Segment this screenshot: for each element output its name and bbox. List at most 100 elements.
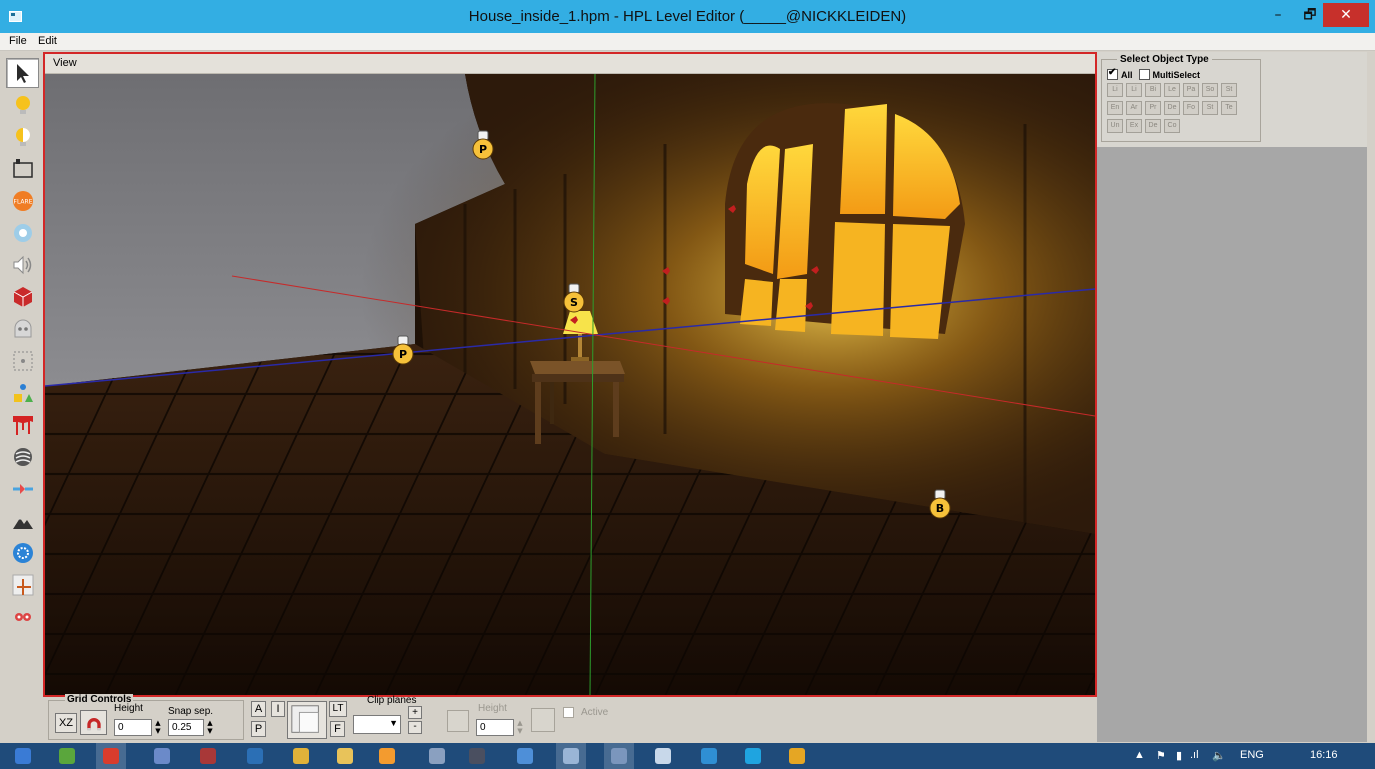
combine-tool-button[interactable] <box>6 474 39 504</box>
taskbar-item[interactable] <box>6 743 40 769</box>
perspective-button[interactable]: P <box>251 721 266 737</box>
object-type-button[interactable]: Bi <box>1145 83 1161 97</box>
volume-icon[interactable]: 🔈 <box>1212 749 1226 762</box>
window-app-icon <box>154 748 170 764</box>
object-type-button[interactable]: Le <box>1164 83 1180 97</box>
signal-icon[interactable]: .ıl <box>1190 749 1199 761</box>
view-front-button[interactable]: F <box>330 721 345 737</box>
3d-scene[interactable]: P S P B <box>45 74 1095 695</box>
taskbar-item[interactable] <box>782 743 812 769</box>
object-type-button[interactable]: Te <box>1221 101 1237 115</box>
minimize-button[interactable]: – <box>1262 3 1294 27</box>
taskbar-item[interactable] <box>694 743 724 769</box>
object-type-button[interactable]: De <box>1164 101 1180 115</box>
taskbar-item[interactable] <box>738 743 768 769</box>
taskbar-item[interactable] <box>462 743 492 769</box>
view-all-button[interactable]: A <box>251 701 266 717</box>
snap-toggle-button[interactable] <box>80 710 107 735</box>
grid-plane-button[interactable]: XZ <box>55 713 77 733</box>
light-tool-button[interactable] <box>6 90 39 120</box>
taskbar-item[interactable] <box>96 743 126 769</box>
object-type-button[interactable]: En <box>1107 101 1123 115</box>
language-indicator[interactable]: ENG <box>1240 749 1264 761</box>
terrain-tool-button[interactable] <box>6 506 39 536</box>
viewport-label: View <box>53 57 77 69</box>
snap-separation-input[interactable]: 0.25 <box>168 719 204 736</box>
object-type-button[interactable]: Pr <box>1145 101 1161 115</box>
flare-tool-button[interactable]: FLARE <box>6 186 39 216</box>
editor-grid-tool-button[interactable] <box>6 570 39 600</box>
snap-separation-label: Snap sep. <box>168 706 214 717</box>
tools-icon <box>429 748 445 764</box>
object-type-button[interactable]: Co <box>1164 119 1180 133</box>
object-type-button[interactable]: Pa <box>1183 83 1199 97</box>
taskbar-item[interactable] <box>52 743 82 769</box>
view-i-button[interactable]: I <box>271 701 285 717</box>
taskbar-item[interactable] <box>604 743 634 769</box>
action-center-icon[interactable]: ⚑ <box>1156 749 1166 762</box>
tray-chevron-icon[interactable]: ▲ <box>1134 749 1145 761</box>
object-type-button[interactable]: Li <box>1107 83 1123 97</box>
taskbar-item[interactable] <box>286 743 316 769</box>
skybox-tool-button[interactable] <box>6 538 39 568</box>
sound-tool-button[interactable] <box>6 250 39 280</box>
object-type-button[interactable]: St <box>1202 101 1218 115</box>
browser-icon <box>59 748 75 764</box>
taskbar-item[interactable] <box>422 743 452 769</box>
network-tray-icon[interactable]: ▮ <box>1176 749 1182 762</box>
area-icon <box>13 351 32 371</box>
fog-tool-button[interactable] <box>6 442 39 472</box>
clip-height-spinner[interactable]: ▲ ▼ <box>516 719 524 736</box>
select-tool-button[interactable] <box>6 58 39 88</box>
object-type-button[interactable]: Ex <box>1126 119 1142 133</box>
multiselect-checkbox[interactable] <box>1138 69 1150 80</box>
view-layout-button[interactable] <box>287 701 327 739</box>
add-clip-plane-button[interactable]: + <box>408 706 422 719</box>
taskbar-item[interactable] <box>648 743 678 769</box>
taskbar-item[interactable] <box>147 743 177 769</box>
taskbar-item[interactable] <box>556 743 586 769</box>
window-title: House_inside_1.hpm - HPL Level Editor (_… <box>468 8 907 25</box>
taskbar-item[interactable] <box>330 743 360 769</box>
object-type-button[interactable]: De <box>1145 119 1161 133</box>
clip-plane-axis-button[interactable] <box>447 710 469 732</box>
clip-plane-select[interactable]: ▼ <box>353 715 401 734</box>
steam-icon <box>469 748 485 764</box>
primitive-tool-button[interactable] <box>6 378 39 408</box>
network-icon <box>517 748 533 764</box>
all-checkbox[interactable] <box>1107 67 1118 80</box>
particle-tool-button[interactable] <box>6 218 39 248</box>
grid-height-input[interactable]: 0 <box>114 719 152 736</box>
taskbar-item[interactable] <box>240 743 270 769</box>
area-tool-button[interactable] <box>6 346 39 376</box>
clip-active-checkbox[interactable] <box>563 707 574 718</box>
group-tool-button[interactable] <box>6 602 39 632</box>
taskbar-item[interactable] <box>510 743 540 769</box>
close-button[interactable]: ✕ <box>1323 3 1369 27</box>
object-type-button[interactable]: Un <box>1107 119 1123 133</box>
entity-tool-button[interactable] <box>6 314 39 344</box>
object-type-button[interactable]: Fo <box>1183 101 1199 115</box>
view-lt-button[interactable]: LT <box>329 701 347 717</box>
billboard-tool-button[interactable] <box>6 154 39 184</box>
snap-separation-spinner[interactable]: ▲ ▼ <box>206 719 214 736</box>
object-type-button[interactable]: Li <box>1126 83 1142 97</box>
spot-light-tool-button[interactable] <box>6 122 39 152</box>
right-panel: Select Object Type All MultiSelect LiLiB… <box>1097 52 1367 742</box>
menu-edit[interactable]: Edit <box>38 35 57 47</box>
clip-height-input[interactable]: 0 <box>476 719 514 736</box>
taskbar-item[interactable] <box>193 743 223 769</box>
clock[interactable]: 16:16 <box>1310 749 1338 761</box>
object-type-button[interactable]: St <box>1221 83 1237 97</box>
object-type-button[interactable]: Ar <box>1126 101 1142 115</box>
taskbar-item[interactable] <box>372 743 402 769</box>
clip-plane-side-button[interactable] <box>531 708 555 732</box>
decal-tool-button[interactable] <box>6 410 39 440</box>
menu-file[interactable]: File <box>9 35 27 47</box>
maximize-button[interactable]: 🗗 <box>1294 3 1326 27</box>
static-object-tool-button[interactable] <box>6 282 39 312</box>
object-type-button[interactable]: So <box>1202 83 1218 97</box>
grid-height-spinner[interactable]: ▲ ▼ <box>154 719 162 736</box>
viewport-frame[interactable]: View P S P B <box>43 52 1097 697</box>
remove-clip-plane-button[interactable]: - <box>408 721 422 734</box>
